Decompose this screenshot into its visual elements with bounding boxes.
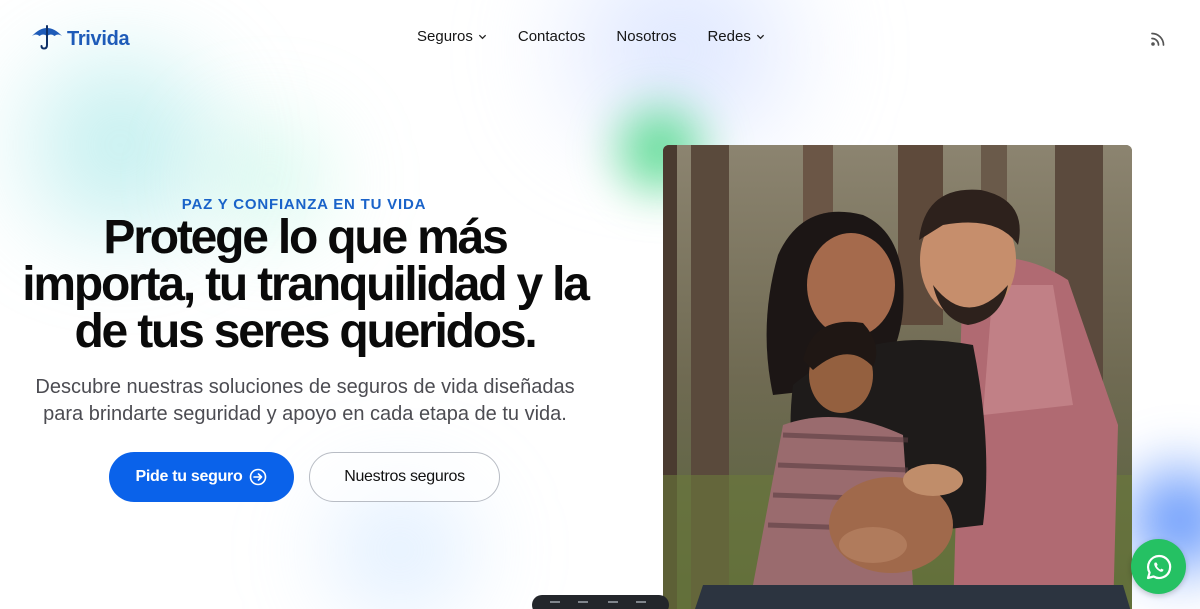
pide-tu-seguro-button[interactable]: Pide tu seguro (109, 452, 294, 502)
nav-item-label: Redes (707, 28, 751, 45)
nav-item-label: Contactos (517, 28, 586, 45)
whatsapp-icon (1146, 554, 1171, 579)
nav-item-redes[interactable]: Redes (707, 28, 764, 45)
hero-headline: Protege lo que más importa, tu tranquili… (0, 211, 610, 358)
headline-line: Protege lo que más (103, 211, 508, 264)
nav-item-nosotros[interactable]: Nosotros (616, 28, 676, 45)
logo-link[interactable]: Trivida (31, 24, 130, 55)
rss-icon[interactable] (1150, 30, 1167, 47)
site-header: Trivida Seguros Contactos Nosotros Redes (0, 0, 1200, 75)
logo-text: Trivida (67, 28, 130, 50)
whatsapp-button[interactable] (1131, 539, 1186, 594)
subtitle-line: Descubre nuestras soluciones de seguros … (35, 376, 575, 398)
main-nav: Seguros Contactos Nosotros Redes (417, 28, 796, 45)
hero-family-photo (663, 145, 1132, 609)
headline-line: importa, tu tranquilidad y la (22, 258, 590, 311)
nuestros-seguros-button[interactable]: Nuestros seguros (309, 452, 500, 502)
umbrella-icon (31, 24, 63, 55)
chevron-down-icon (478, 34, 486, 40)
chevron-down-icon (756, 34, 764, 40)
arrow-right-circle-icon (250, 468, 267, 486)
nav-item-seguros[interactable]: Seguros (417, 28, 487, 45)
subtitle-line: para brindarte seguridad y apoyo en cada… (43, 403, 567, 425)
button-label: Nuestros seguros (344, 468, 465, 485)
browser-toolbar-overlay (532, 595, 669, 609)
nav-item-label: Nosotros (616, 28, 677, 45)
hero-subtitle: Descubre nuestras soluciones de seguros … (0, 374, 610, 428)
nav-item-label: Seguros (417, 28, 473, 45)
nav-item-contactos[interactable]: Contactos (518, 28, 586, 45)
headline-line: de tus seres queridos. (74, 305, 537, 358)
button-label: Pide tu seguro (135, 468, 243, 485)
